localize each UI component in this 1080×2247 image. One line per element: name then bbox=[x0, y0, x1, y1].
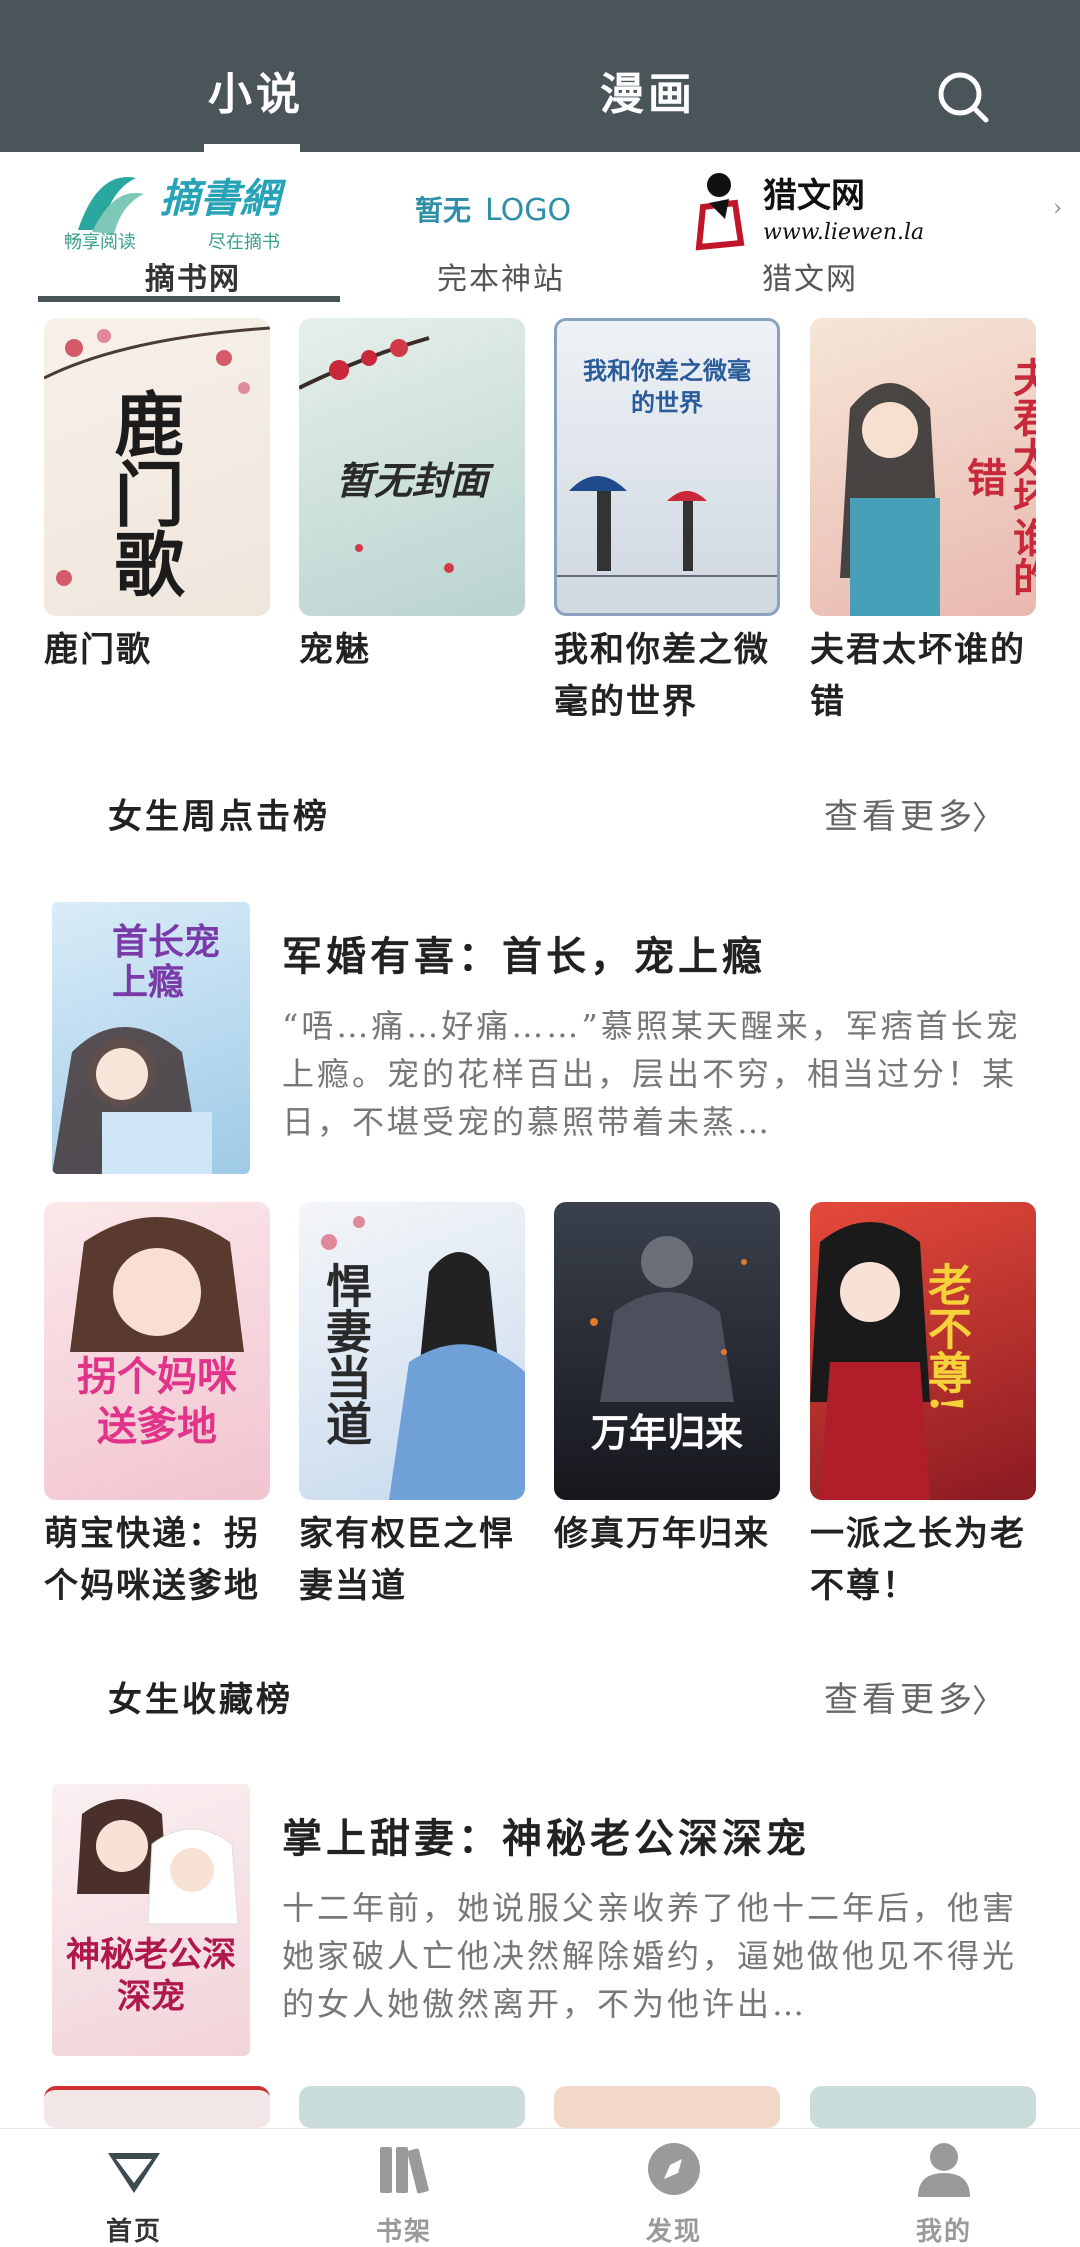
source-selector: 摘書網 畅享阅读 尽在摘书 摘书网 暂无 LOGO 完本神站 猎文网 www.l… bbox=[0, 152, 1080, 302]
book-cover[interactable] bbox=[299, 2086, 525, 2128]
svg-text:尽在摘书: 尽在摘书 bbox=[208, 232, 280, 253]
svg-text:摘書網: 摘書網 bbox=[160, 175, 287, 222]
book-title: 我和你差之微毫的世界 bbox=[554, 630, 770, 722]
active-tab-indicator bbox=[204, 144, 300, 152]
cover-title-art: 老不尊! bbox=[920, 1262, 971, 1414]
source-label: 猎文网 bbox=[762, 262, 858, 297]
book-cover[interactable]: 首长宠上瘾 bbox=[52, 902, 250, 1174]
book-title: 夫君太坏谁的错 bbox=[810, 630, 1026, 722]
nav-label: 首页 bbox=[105, 2217, 162, 2247]
section-title: 女生收藏榜 bbox=[108, 1680, 293, 1720]
nav-label: 我的 bbox=[915, 2217, 972, 2247]
nav-discover[interactable]: 发现 bbox=[594, 2137, 754, 2247]
compass-icon bbox=[648, 2143, 700, 2195]
book-cover[interactable]: 悍妻当道 bbox=[299, 1202, 525, 1500]
book-card[interactable] bbox=[44, 2086, 270, 2128]
svg-text:LOGO: LOGO bbox=[485, 193, 571, 228]
book-card[interactable]: 我和你差之微毫的世界 我和你差之微毫的世界 bbox=[554, 318, 780, 728]
chevron-right-icon[interactable]: 〉 bbox=[972, 1676, 1004, 1722]
cover-title-art: 拐个妈咪送爹地 bbox=[77, 1353, 237, 1450]
nav-profile[interactable]: 我的 bbox=[864, 2137, 1024, 2247]
cover-title-art: 神秘老公深深宠 bbox=[66, 1935, 236, 2017]
wanben-logo: 暂无 LOGO bbox=[346, 158, 656, 258]
book-title: 宠魅 bbox=[299, 630, 371, 670]
svg-text:www.liewen.la: www.liewen.la bbox=[763, 220, 924, 245]
cover-title-art: 夫君太坏谁的错 bbox=[960, 357, 1036, 597]
cover-title-art: 鹿门歌 bbox=[103, 388, 186, 598]
book-cover[interactable]: 我和你差之微毫的世界 bbox=[554, 318, 780, 616]
featured-description: “唔…痛…好痛……”慕照某天醒来，军痞首长宠上瘾。宠的花样百出，层出不穷，相当过… bbox=[282, 1007, 1021, 1141]
bottom-navigation: 首页 书架 发现 我的 bbox=[0, 2128, 1080, 2247]
book-cover[interactable]: 老不尊! bbox=[810, 1202, 1036, 1500]
chevron-right-icon[interactable]: 〉 bbox=[972, 793, 1004, 839]
svg-text:猎文网: 猎文网 bbox=[763, 176, 865, 216]
featured-title: 军婚有喜：首长，宠上瘾 bbox=[282, 933, 766, 980]
book-title: 鹿门歌 bbox=[44, 630, 152, 670]
book-card[interactable]: 老不尊! 一派之长为老不尊！ bbox=[810, 1202, 1036, 1612]
book-card[interactable]: 悍妻当道 家有权臣之悍妻当道 bbox=[299, 1202, 525, 1612]
cover-title-art: 我和你差之微毫的世界 bbox=[583, 356, 751, 417]
source-label: 摘书网 bbox=[145, 262, 241, 297]
cover-title-art: 万年归来 bbox=[590, 1410, 743, 1455]
see-more-link[interactable]: 查看更多 bbox=[824, 1672, 976, 1721]
source-label: 完本神站 bbox=[437, 262, 565, 297]
book-card[interactable]: 鹿门歌 鹿门歌 bbox=[44, 318, 270, 676]
book-cover[interactable]: 拐个妈咪送爹地 bbox=[44, 1202, 270, 1500]
section-title: 女生周点击榜 bbox=[108, 797, 330, 837]
book-cover[interactable]: 暂无封面 bbox=[299, 318, 525, 616]
featured-title: 掌上甜妻：神秘老公深深宠 bbox=[282, 1815, 810, 1862]
section-header-weekly-clicks: 女生周点击榜 查看更多 〉 bbox=[0, 783, 1080, 843]
featured-description: 十二年前，她说服父亲收养了他十二年后，他害她家破人亡他决然解除婚约，逼她做他见不… bbox=[282, 1889, 1018, 2023]
nav-label: 发现 bbox=[645, 2217, 702, 2247]
tab-novel[interactable]: 小说 bbox=[208, 58, 304, 122]
cover-title-art: 悍妻当道 bbox=[319, 1262, 373, 1446]
liewen-logo: 猎文网 www.liewen.la bbox=[655, 158, 965, 258]
see-more-link[interactable]: 查看更多 bbox=[824, 789, 976, 838]
book-card[interactable]: 夫君太坏谁的错 夫君太坏谁的错 bbox=[810, 318, 1036, 728]
book-card[interactable] bbox=[810, 2086, 1036, 2128]
svg-text:畅享阅读: 畅享阅读 bbox=[64, 232, 136, 253]
zhaishu-logo: 摘書網 畅享阅读 尽在摘书 bbox=[38, 158, 348, 258]
book-cover[interactable] bbox=[44, 2086, 270, 2128]
book-cover[interactable]: 夫君太坏谁的错 bbox=[810, 318, 1036, 616]
book-card[interactable] bbox=[554, 2086, 780, 2128]
nav-label: 书架 bbox=[375, 2217, 432, 2247]
book-cover[interactable]: 神秘老公深深宠 bbox=[52, 1784, 250, 2056]
book-cover[interactable]: 鹿门歌 bbox=[44, 318, 270, 616]
active-source-indicator bbox=[38, 296, 340, 302]
tab-comic[interactable]: 漫画 bbox=[600, 58, 696, 122]
cover-title-art: 暂无封面 bbox=[335, 458, 488, 503]
book-card[interactable]: 暂无封面 宠魅 bbox=[299, 318, 525, 676]
home-gem-icon bbox=[108, 2153, 160, 2193]
source-liewen[interactable]: 猎文网 www.liewen.la 猎文网 bbox=[655, 152, 965, 302]
book-card[interactable] bbox=[299, 2086, 525, 2128]
book-cover[interactable] bbox=[554, 2086, 780, 2128]
book-cover[interactable] bbox=[810, 2086, 1036, 2128]
source-zhaishu[interactable]: 摘書網 畅享阅读 尽在摘书 摘书网 bbox=[38, 152, 348, 302]
cover-title-art: 首长宠上瘾 bbox=[112, 921, 221, 1003]
source-wanben[interactable]: 暂无 LOGO 完本神站 bbox=[346, 152, 656, 302]
book-title: 萌宝快递：拐个妈咪送爹地 bbox=[44, 1514, 260, 1606]
nav-home[interactable]: 首页 bbox=[54, 2137, 214, 2247]
book-title: 一派之长为老不尊！ bbox=[810, 1514, 1026, 1606]
featured-book[interactable]: 神秘老公深深宠 掌上甜妻：神秘老公深深宠 十二年前，她说服父亲收养了他十二年后，… bbox=[0, 1784, 1080, 2064]
search-icon[interactable] bbox=[934, 68, 990, 124]
book-title: 家有权臣之悍妻当道 bbox=[299, 1514, 515, 1606]
top-bar: 小说 漫画 bbox=[0, 0, 1080, 152]
section-header-favorites: 女生收藏榜 查看更多 〉 bbox=[0, 1666, 1080, 1726]
scroll-hint-icon: › bbox=[1053, 196, 1062, 221]
book-card[interactable]: 万年归来 修真万年归来 bbox=[554, 1202, 780, 1560]
book-title: 修真万年归来 bbox=[554, 1514, 770, 1554]
svg-text:暂无: 暂无 bbox=[415, 194, 471, 227]
person-icon bbox=[918, 2143, 970, 2197]
featured-book[interactable]: 首长宠上瘾 军婚有喜：首长，宠上瘾 “唔…痛…好痛……”慕照某天醒来，军痞首长宠… bbox=[0, 902, 1080, 1182]
book-card[interactable]: 拐个妈咪送爹地 萌宝快递：拐个妈咪送爹地 bbox=[44, 1202, 270, 1612]
nav-bookshelf[interactable]: 书架 bbox=[324, 2137, 484, 2247]
bookshelf-icon bbox=[380, 2147, 429, 2194]
book-cover[interactable]: 万年归来 bbox=[554, 1202, 780, 1500]
